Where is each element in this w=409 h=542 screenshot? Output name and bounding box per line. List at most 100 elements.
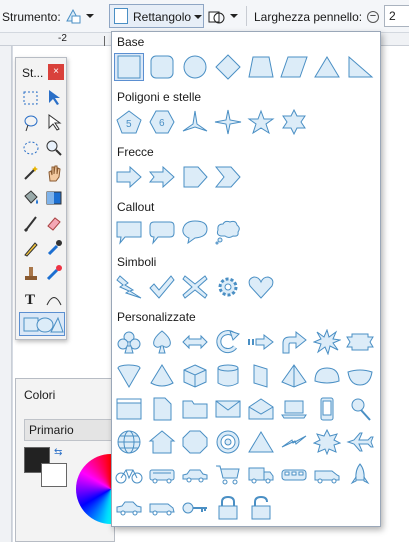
- shape-striped-arrow-icon[interactable]: [247, 329, 275, 355]
- line-curve-icon[interactable]: [44, 288, 64, 308]
- shape-cylinder-icon[interactable]: [214, 363, 242, 389]
- ellipse-select-icon[interactable]: [21, 138, 41, 158]
- shape-six-point-star-icon[interactable]: [280, 109, 308, 135]
- brush-width-input[interactable]: 2: [384, 5, 409, 27]
- shape-cone-icon[interactable]: [115, 363, 143, 389]
- gradient-icon[interactable]: [44, 188, 64, 208]
- shape-five-point-star-icon[interactable]: [247, 109, 275, 135]
- zoom-icon[interactable]: [44, 138, 64, 158]
- magic-wand-icon[interactable]: [21, 163, 41, 183]
- pencil-icon[interactable]: [21, 238, 41, 258]
- shape-sedan-icon[interactable]: [115, 495, 143, 521]
- recolor-icon[interactable]: [44, 263, 64, 283]
- shape-dropdown[interactable]: Rettangolo: [109, 4, 204, 28]
- tool-caret-icon[interactable]: [86, 14, 94, 18]
- shape-diamond-icon[interactable]: [214, 54, 242, 80]
- shape-unlock-icon[interactable]: [247, 495, 275, 521]
- shape-bicycle-icon[interactable]: [115, 462, 143, 488]
- shape-octagon-icon[interactable]: [181, 429, 209, 455]
- shape-rounded-callout-icon[interactable]: [148, 219, 176, 245]
- shape-lock-icon[interactable]: [214, 495, 242, 521]
- shape-rounded-rectangle-icon[interactable]: [148, 54, 176, 80]
- text-icon[interactable]: T: [21, 288, 41, 308]
- shape-bent-arrow-icon[interactable]: [280, 329, 308, 355]
- shape-cloud-callout-icon[interactable]: [214, 219, 242, 245]
- shape-house-icon[interactable]: [148, 429, 176, 455]
- pan-icon[interactable]: [44, 163, 64, 183]
- shape-envelope-icon[interactable]: [214, 396, 242, 422]
- decrease-icon[interactable]: −: [367, 11, 379, 23]
- color-picker-icon[interactable]: [44, 238, 64, 258]
- shape-x-icon[interactable]: [181, 274, 209, 300]
- shape-phone-icon[interactable]: [313, 396, 341, 422]
- move-selection-icon[interactable]: [44, 88, 64, 108]
- shape-gear-icon[interactable]: [214, 274, 242, 300]
- shape-bowl-icon[interactable]: [346, 363, 374, 389]
- fill-style-icon[interactable]: [208, 9, 226, 25]
- shape-circular-arrow-icon[interactable]: [214, 329, 242, 355]
- shape-parallelogram-icon[interactable]: [280, 54, 308, 80]
- shape-four-point-star-icon[interactable]: [214, 109, 242, 135]
- shape-cube-icon[interactable]: [181, 363, 209, 389]
- shape-three-point-star-icon[interactable]: [181, 109, 209, 135]
- shape-ribbon-icon[interactable]: [346, 329, 374, 355]
- tool-select-icon[interactable]: [64, 8, 82, 24]
- shapes-tool-icon[interactable]: [19, 312, 65, 336]
- shape-door-icon[interactable]: [247, 363, 275, 389]
- shape-warning-triangle-icon[interactable]: [247, 429, 275, 455]
- move-pixels-icon[interactable]: [44, 113, 64, 133]
- shape-spade-icon[interactable]: [148, 329, 176, 355]
- lasso-icon[interactable]: [21, 113, 41, 133]
- shape-triangle-icon[interactable]: [313, 54, 341, 80]
- shape-arrow-icon[interactable]: [115, 164, 143, 190]
- shape-zigzag-icon[interactable]: [280, 429, 308, 455]
- shape-notched-arrow-icon[interactable]: [148, 164, 176, 190]
- shape-ellipse-icon[interactable]: [181, 54, 209, 80]
- shape-pushpin-icon[interactable]: [346, 396, 374, 422]
- shape-window-icon[interactable]: [115, 396, 143, 422]
- shape-key-icon[interactable]: [181, 495, 209, 521]
- shape-bus-icon[interactable]: [148, 462, 176, 488]
- eraser-icon[interactable]: [44, 213, 64, 233]
- shape-double-arrow-icon[interactable]: [181, 329, 209, 355]
- shape-pentagon-arrow-icon[interactable]: [181, 164, 209, 190]
- secondary-color-swatch[interactable]: [41, 463, 67, 487]
- shape-minivan-icon[interactable]: [148, 495, 176, 521]
- shape-trapezoid-icon[interactable]: [247, 54, 275, 80]
- shape-pyramid-cone-icon[interactable]: [148, 363, 176, 389]
- swap-colors-icon[interactable]: ⇆: [54, 447, 62, 458]
- shape-burst-icon[interactable]: [313, 429, 341, 455]
- shape-explosion-icon[interactable]: [313, 329, 341, 355]
- shape-rectangle-icon[interactable]: [114, 53, 144, 81]
- paint-bucket-icon[interactable]: [21, 188, 41, 208]
- shape-truck-icon[interactable]: [247, 462, 275, 488]
- fill-caret-icon[interactable]: [230, 14, 238, 18]
- shape-airplane-icon[interactable]: [346, 429, 374, 455]
- shape-oval-callout-icon[interactable]: [181, 219, 209, 245]
- shape-lightning-icon[interactable]: [115, 274, 143, 300]
- shape-heart-icon[interactable]: [247, 274, 275, 300]
- shape-rect-callout-icon[interactable]: [115, 219, 143, 245]
- color-mode-select[interactable]: Primario: [24, 419, 116, 441]
- shape-rocket-icon[interactable]: [346, 462, 374, 488]
- rect-select-icon[interactable]: [21, 88, 41, 108]
- shape-chevron-icon[interactable]: [214, 164, 242, 190]
- shape-folder-icon[interactable]: [181, 396, 209, 422]
- shape-document-icon[interactable]: [148, 396, 176, 422]
- shape-open-envelope-icon[interactable]: [247, 396, 275, 422]
- shape-right-triangle-icon[interactable]: [346, 54, 374, 80]
- shape-cart-icon[interactable]: [214, 462, 242, 488]
- shape-car-icon[interactable]: [181, 462, 209, 488]
- shape-train-icon[interactable]: [280, 462, 308, 488]
- shape-club-icon[interactable]: [115, 329, 143, 355]
- paintbrush-icon[interactable]: [21, 213, 41, 233]
- shape-hexagon-icon[interactable]: 6: [148, 109, 176, 135]
- close-icon[interactable]: ×: [48, 64, 64, 80]
- shape-globe-icon[interactable]: [115, 429, 143, 455]
- shape-hemisphere-icon[interactable]: [313, 363, 341, 389]
- clone-stamp-icon[interactable]: [21, 263, 41, 283]
- shape-checkmark-icon[interactable]: [148, 274, 176, 300]
- shape-pentagon-icon[interactable]: 5: [115, 109, 143, 135]
- shape-laptop-icon[interactable]: [280, 396, 308, 422]
- shape-van-icon[interactable]: [313, 462, 341, 488]
